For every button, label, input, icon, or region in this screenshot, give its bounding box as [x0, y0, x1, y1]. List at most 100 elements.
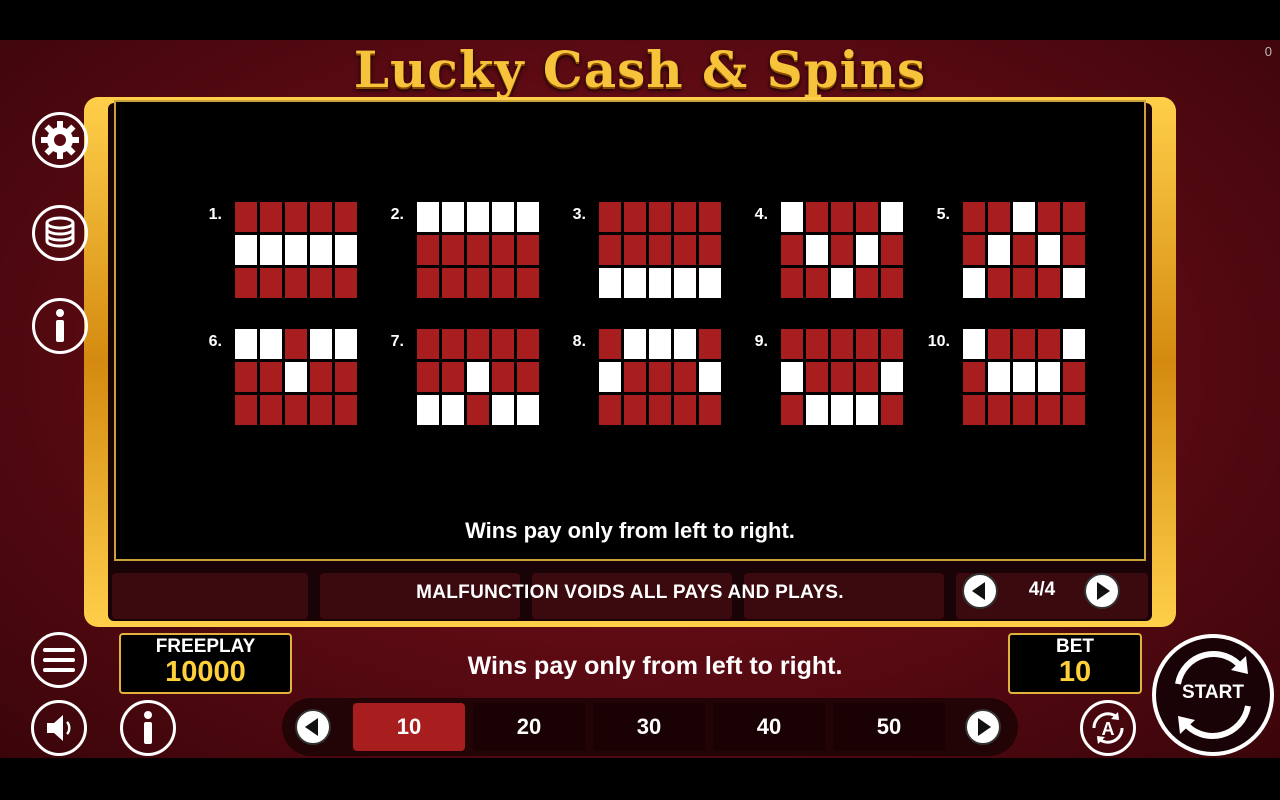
payline-pattern [781, 202, 903, 298]
payline-cell [260, 202, 282, 232]
payline-cell [1038, 395, 1060, 425]
page-indicator: 4/4 [1028, 579, 1056, 600]
payline-5: 5. [910, 202, 1085, 302]
payline-cell-lit [260, 235, 282, 265]
payline-cell [310, 202, 332, 232]
payline-cell-lit [442, 395, 464, 425]
payline-cell-lit [963, 268, 985, 298]
info-bottom-button[interactable] [120, 700, 176, 756]
payline-cell-lit [781, 202, 803, 232]
hamburger-menu-icon [43, 648, 75, 672]
bet-option-10[interactable]: 10 [353, 703, 465, 751]
bet-option-50[interactable]: 50 [833, 703, 945, 751]
payline-cell [285, 329, 307, 359]
payline-cell [881, 235, 903, 265]
menu-button[interactable] [31, 632, 87, 688]
payline-cell [1038, 329, 1060, 359]
autoplay-button[interactable]: A [1080, 700, 1136, 756]
payline-cell-lit [856, 395, 878, 425]
payline-cell [310, 395, 332, 425]
payline-cell [492, 362, 514, 392]
bet-decrease-button[interactable] [295, 709, 331, 745]
payline-cell [310, 362, 332, 392]
sound-button[interactable] [31, 700, 87, 756]
bet-box: BET 10 [1008, 633, 1142, 694]
payline-cell [442, 268, 464, 298]
payline-cell [517, 329, 539, 359]
payline-cell-lit [881, 202, 903, 232]
payline-cell [260, 362, 282, 392]
bet-label: BET [1056, 636, 1094, 657]
payline-number: 8. [572, 333, 586, 350]
payline-cell-lit [285, 235, 307, 265]
payline-cell [467, 268, 489, 298]
payline-cell [856, 362, 878, 392]
payline-cell [285, 202, 307, 232]
payline-cell [988, 395, 1010, 425]
payline-cell-lit [517, 395, 539, 425]
info-button[interactable] [32, 298, 88, 354]
payline-cell [442, 329, 464, 359]
arrow-right-icon [978, 718, 991, 736]
next-page-button[interactable] [1084, 573, 1120, 609]
coins-button[interactable] [32, 205, 88, 261]
payline-cell-lit [624, 329, 646, 359]
payline-cell [417, 235, 439, 265]
payline-cell [963, 362, 985, 392]
payline-cell [806, 268, 828, 298]
payline-cell [806, 362, 828, 392]
bet-value: 10 [1058, 656, 1092, 688]
payline-cell-lit [649, 329, 671, 359]
status-message: Wins pay only from left to right. [467, 652, 843, 680]
payline-cell-lit [417, 202, 439, 232]
payline-cell-lit [856, 235, 878, 265]
payline-cell [963, 235, 985, 265]
payline-cell-lit [335, 235, 357, 265]
payline-cell-lit [963, 329, 985, 359]
bet-option-40[interactable]: 40 [713, 703, 825, 751]
payline-cell [988, 329, 1010, 359]
payline-cell [335, 362, 357, 392]
payline-cell [781, 268, 803, 298]
start-button[interactable]: START [1152, 634, 1274, 756]
payline-cell-lit [1013, 202, 1035, 232]
payline-number: 4. [754, 206, 768, 223]
bet-option-30[interactable]: 30 [593, 703, 705, 751]
bet-increase-button[interactable] [965, 709, 1001, 745]
payline-cell [781, 235, 803, 265]
bet-selector: 10 20 30 40 50 [282, 698, 1018, 756]
settings-button[interactable] [32, 112, 88, 168]
payline-cell-lit [1063, 329, 1085, 359]
info-icon [144, 711, 152, 744]
payline-cell-lit [1013, 362, 1035, 392]
payline-cell [856, 329, 878, 359]
prev-page-button[interactable] [962, 573, 998, 609]
payline-pattern [599, 329, 721, 425]
payline-cell [599, 235, 621, 265]
payline-cell [1013, 268, 1035, 298]
payline-cell-lit [599, 362, 621, 392]
payline-cell [649, 362, 671, 392]
payline-pattern [599, 202, 721, 298]
payline-cell [963, 202, 985, 232]
payline-cell [674, 395, 696, 425]
payline-9: 9. [728, 329, 903, 429]
payline-cell-lit [599, 268, 621, 298]
payline-number: 3. [572, 206, 586, 223]
payline-cell [335, 268, 357, 298]
payline-1: 1. [182, 202, 357, 302]
paylines-footer-text: Wins pay only from left to right. [465, 518, 795, 543]
start-label: START [1182, 682, 1244, 703]
payline-cell [856, 268, 878, 298]
payline-number: 2. [390, 206, 404, 223]
payline-cell [624, 202, 646, 232]
payline-cell [260, 395, 282, 425]
arrow-right-icon [1097, 582, 1110, 600]
game-screen: Lucky Cash & Spins 0 1. 2. 3. 4. 5. 6. 7. 8. 9. 1… [0, 40, 1280, 758]
payline-cell [963, 395, 985, 425]
payline-cell-lit [1038, 235, 1060, 265]
payline-cell [1038, 268, 1060, 298]
bet-option-20[interactable]: 20 [473, 703, 585, 751]
payline-cell [599, 329, 621, 359]
payline-cell [699, 202, 721, 232]
